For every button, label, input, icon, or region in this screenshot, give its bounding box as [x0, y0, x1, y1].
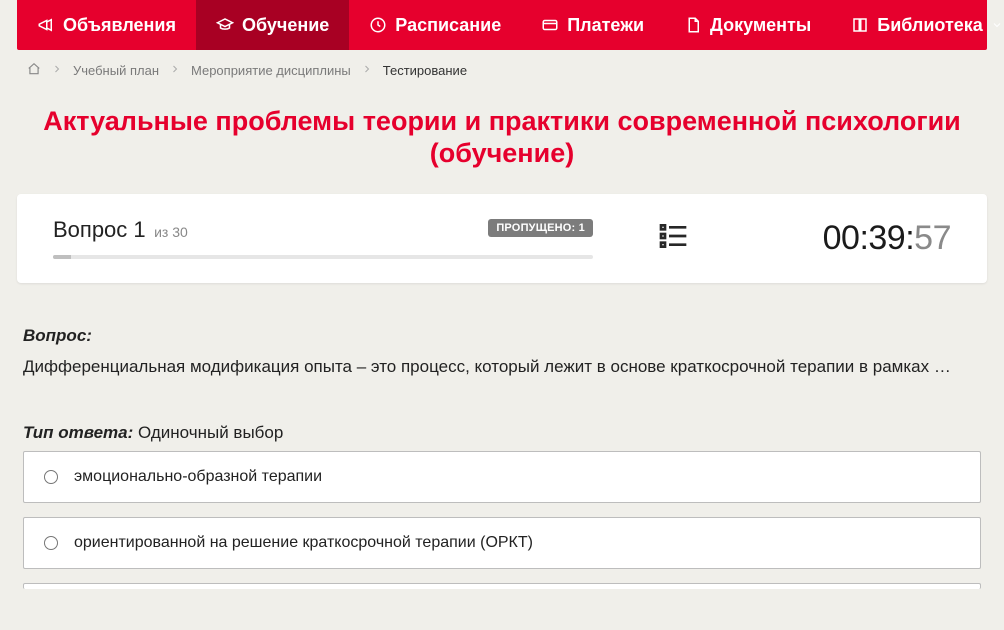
content-wrapper: Объявления Обучение Расписание Платежи — [17, 0, 987, 630]
timer: 00:39:57 — [823, 219, 951, 258]
option-row[interactable]: ориентированной на решение краткосрочной… — [23, 517, 981, 569]
card-icon — [541, 16, 559, 34]
status-panel: Вопрос 1 из 30 ПРОПУЩЕНО: 1 — [17, 194, 987, 283]
answer-type-label: Тип ответа: — [23, 423, 133, 442]
breadcrumb-home[interactable] — [27, 62, 41, 79]
page-title: Актуальные проблемы теории и практики со… — [17, 105, 987, 170]
answer-type-value: Одиночный выбор — [138, 423, 283, 442]
timer-ss: 39 — [868, 219, 905, 257]
nav-documents[interactable]: Документы — [664, 0, 831, 50]
breadcrumb: Учебный план Мероприятие дисциплины Тест… — [17, 50, 987, 91]
megaphone-icon — [37, 16, 55, 34]
question-list-button[interactable] — [653, 216, 693, 261]
skipped-badge: ПРОПУЩЕНО: 1 — [488, 219, 593, 237]
nav-label: Расписание — [395, 15, 501, 36]
timer-mm: 00 — [823, 219, 860, 257]
breadcrumb-link-event[interactable]: Мероприятие дисциплины — [191, 63, 351, 78]
chevron-right-icon — [361, 63, 373, 78]
question-text: Дифференциальная модификация опыта – это… — [23, 354, 981, 380]
nav-label: Библиотека — [877, 15, 983, 36]
option-row[interactable] — [23, 583, 981, 589]
progress-fill — [53, 255, 71, 259]
clock-icon — [369, 16, 387, 34]
nav-announcements[interactable]: Объявления — [17, 0, 196, 50]
status-left: Вопрос 1 из 30 ПРОПУЩЕНО: 1 — [53, 217, 593, 259]
nav-label: Объявления — [63, 15, 176, 36]
timer-ms: 57 — [914, 219, 951, 257]
nav-learning[interactable]: Обучение — [196, 0, 349, 50]
nav-label: Обучение — [242, 15, 329, 36]
nav-label: Документы — [710, 15, 811, 36]
question-counter-label: Вопрос 1 — [53, 217, 146, 242]
chevron-right-icon — [51, 63, 63, 78]
nav-schedule[interactable]: Расписание — [349, 0, 521, 50]
graduation-icon — [216, 16, 234, 34]
chevron-down-icon — [991, 19, 1003, 31]
option-label: эмоционально-образной терапии — [74, 468, 322, 486]
question-block: Вопрос: Дифференциальная модификация опы… — [17, 283, 987, 446]
progress-bar — [53, 255, 593, 259]
options-list: эмоционально-образной терапии ориентиров… — [17, 451, 987, 589]
doc-icon — [684, 16, 702, 34]
breadcrumb-link-plan[interactable]: Учебный план — [73, 63, 159, 78]
book-icon — [851, 16, 869, 34]
top-nav: Объявления Обучение Расписание Платежи — [17, 0, 987, 50]
option-radio[interactable] — [44, 470, 58, 484]
option-radio[interactable] — [44, 536, 58, 550]
chevron-right-icon — [169, 63, 181, 78]
nav-label: Платежи — [567, 15, 644, 36]
breadcrumb-current: Тестирование — [383, 63, 467, 78]
question-total: из 30 — [154, 224, 188, 240]
option-label: ориентированной на решение краткосрочной… — [74, 534, 533, 552]
nav-payments[interactable]: Платежи — [521, 0, 664, 50]
nav-library[interactable]: Библиотека — [831, 0, 1004, 50]
option-row[interactable]: эмоционально-образной терапии — [23, 451, 981, 503]
question-label: Вопрос: — [23, 326, 92, 345]
app-viewport[interactable]: Объявления Обучение Расписание Платежи — [0, 0, 1004, 630]
